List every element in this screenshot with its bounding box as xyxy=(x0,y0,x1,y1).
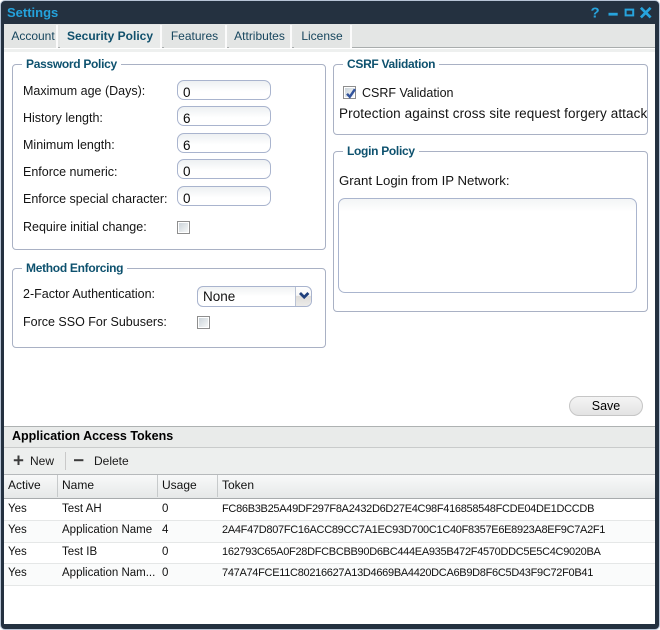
svg-text:?: ? xyxy=(591,5,600,22)
